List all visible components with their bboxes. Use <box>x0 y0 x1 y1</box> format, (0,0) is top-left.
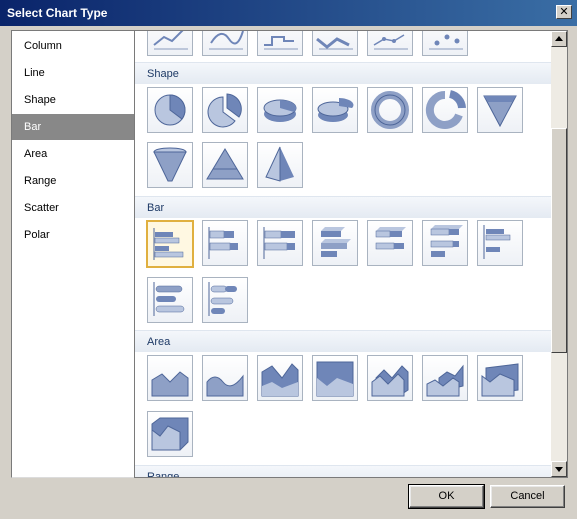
3d-cylinder-stacked-bar-icon[interactable] <box>202 277 248 323</box>
3d-100-stacked-bar-icon[interactable] <box>422 220 468 266</box>
type-item-area[interactable]: Area <box>12 141 134 167</box>
type-item-polar[interactable]: Polar <box>12 222 134 248</box>
type-item-scatter[interactable]: Scatter <box>12 195 134 221</box>
3d-100-stacked-area-icon[interactable] <box>477 355 523 401</box>
3d-bar-icon[interactable] <box>312 220 358 266</box>
type-item-line[interactable]: Line <box>12 60 134 86</box>
3d-area-icon[interactable] <box>367 355 413 401</box>
ok-button[interactable]: OK <box>408 484 485 509</box>
smooth-area-icon[interactable] <box>202 355 248 401</box>
area-icon[interactable] <box>147 355 193 401</box>
100-stacked-area-icon[interactable] <box>312 355 358 401</box>
chart-gallery[interactable]: Shape Bar Area Range <box>134 30 568 478</box>
chart-type-list[interactable]: Column Line Shape Bar Area Range Scatter… <box>11 30 135 478</box>
type-item-range[interactable]: Range <box>12 168 134 194</box>
3d-clustered-bar-icon[interactable] <box>477 220 523 266</box>
line-points-icon[interactable] <box>422 31 468 56</box>
title-bar: Select Chart Type ✕ <box>0 0 577 26</box>
section-header-range: Range <box>135 465 551 477</box>
pie-icon[interactable] <box>147 87 193 133</box>
funnel-icon[interactable] <box>477 87 523 133</box>
chevron-down-icon <box>555 467 563 472</box>
pyramid-icon[interactable] <box>202 142 248 188</box>
cancel-button[interactable]: Cancel <box>490 485 565 508</box>
3d-exploded-pie-icon[interactable] <box>312 87 358 133</box>
scroll-down-button[interactable] <box>551 461 567 477</box>
section-header-area: Area <box>135 330 551 352</box>
type-item-column[interactable]: Column <box>12 33 134 59</box>
scroll-thumb[interactable] <box>551 128 567 353</box>
bar-icon[interactable] <box>146 220 194 268</box>
3d-area-box-icon[interactable] <box>147 411 193 457</box>
3d-funnel-icon[interactable] <box>147 142 193 188</box>
cylinder-bar-icon[interactable] <box>147 277 193 323</box>
section-header-shape: Shape <box>135 62 551 84</box>
chevron-up-icon <box>555 36 563 41</box>
3d-line-icon[interactable] <box>312 31 358 56</box>
exploded-pie-icon[interactable] <box>202 87 248 133</box>
stacked-bar-icon[interactable] <box>202 220 248 266</box>
stacked-area-icon[interactable] <box>257 355 303 401</box>
type-item-shape[interactable]: Shape <box>12 87 134 113</box>
close-icon[interactable]: ✕ <box>556 5 572 19</box>
3d-pie-icon[interactable] <box>257 87 303 133</box>
3d-pyramid-icon[interactable] <box>257 142 303 188</box>
100-stacked-bar-icon[interactable] <box>257 220 303 266</box>
step-line-icon[interactable] <box>257 31 303 56</box>
scroll-up-button[interactable] <box>551 31 567 47</box>
smooth-line-icon[interactable] <box>202 31 248 56</box>
section-header-bar: Bar <box>135 196 551 218</box>
3d-stacked-area-icon[interactable] <box>422 355 468 401</box>
exploded-doughnut-icon[interactable] <box>422 87 468 133</box>
line-chart-icon[interactable] <box>147 31 193 56</box>
3d-stacked-bar-icon[interactable] <box>367 220 413 266</box>
window-title: Select Chart Type <box>7 6 108 20</box>
gallery-scrollbar[interactable] <box>551 31 567 477</box>
doughnut-icon[interactable] <box>367 87 413 133</box>
line-markers-icon[interactable] <box>367 31 413 56</box>
type-item-bar[interactable]: Bar <box>12 114 134 140</box>
